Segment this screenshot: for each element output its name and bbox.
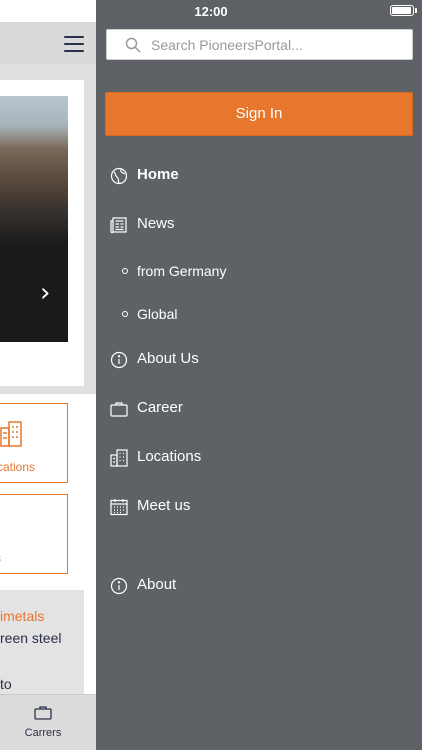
- bullet-icon: [122, 311, 128, 317]
- menu-item-career[interactable]: Career: [96, 391, 422, 427]
- search-box[interactable]: [106, 29, 413, 60]
- menu-item-about[interactable]: About: [96, 568, 422, 604]
- globe-icon: [110, 167, 128, 185]
- news-line: reen steel: [0, 630, 62, 646]
- buildings-icon: [0, 421, 22, 447]
- menu-item-label: News: [137, 215, 175, 232]
- menu-item-label: About: [137, 576, 177, 593]
- buildings-icon: [110, 449, 128, 467]
- tile-label: s: [0, 551, 1, 565]
- chevron-right-icon[interactable]: ›: [40, 280, 50, 306]
- tile-label: ocations: [0, 460, 35, 474]
- search-icon: [125, 37, 141, 53]
- status-bar: 12:00: [0, 0, 422, 22]
- sign-in-button[interactable]: Sign In: [105, 92, 413, 136]
- menu-subitem-label: Global: [137, 306, 178, 322]
- menu-item-locations[interactable]: Locations: [96, 440, 422, 476]
- menu-item-about-us[interactable]: About Us: [96, 342, 422, 378]
- tile[interactable]: s: [0, 494, 68, 574]
- menu-item-label: About Us: [137, 350, 199, 367]
- locations-tile[interactable]: ocations: [0, 403, 68, 483]
- search-input[interactable]: [151, 30, 406, 59]
- battery-icon: [390, 5, 414, 16]
- bullet-icon: [122, 268, 128, 274]
- menu-item-news[interactable]: News: [96, 207, 422, 243]
- news-line: to: [0, 676, 12, 692]
- menu-item-label: Locations: [137, 448, 202, 465]
- info-icon: [110, 351, 128, 369]
- menu-item-label: Career: [137, 399, 183, 416]
- battery-tip: [415, 8, 417, 13]
- menu-subitem-global[interactable]: Global: [96, 300, 422, 330]
- menu-item-home[interactable]: Home: [96, 158, 422, 194]
- menu-subitem-germany[interactable]: from Germany: [96, 257, 422, 287]
- briefcase-icon: [110, 402, 128, 417]
- menu-subitem-label: from Germany: [137, 263, 227, 279]
- status-time: 12:00: [194, 4, 228, 19]
- hero-image: [0, 96, 68, 246]
- background-page: › nuous at rg ocations s imetals reen st…: [0, 0, 96, 750]
- menu-item-label: Home: [137, 166, 179, 183]
- news-tag: imetals: [0, 608, 45, 624]
- info-icon: [110, 577, 128, 595]
- menu-item-label: Meet us: [137, 497, 191, 514]
- side-menu: Sign In Home News from Germany Global Ab…: [96, 0, 422, 750]
- briefcase-icon: [34, 706, 52, 720]
- calendar-icon: [110, 499, 128, 516]
- hamburger-menu-icon[interactable]: [64, 36, 84, 52]
- hero-carousel[interactable]: › nuous at rg: [0, 96, 68, 342]
- menu-item-meet-us[interactable]: Meet us: [96, 489, 422, 525]
- tab-careers[interactable]: Carrers: [0, 727, 86, 739]
- newspaper-icon: [110, 217, 127, 234]
- tab-bar: Carrers: [0, 694, 96, 750]
